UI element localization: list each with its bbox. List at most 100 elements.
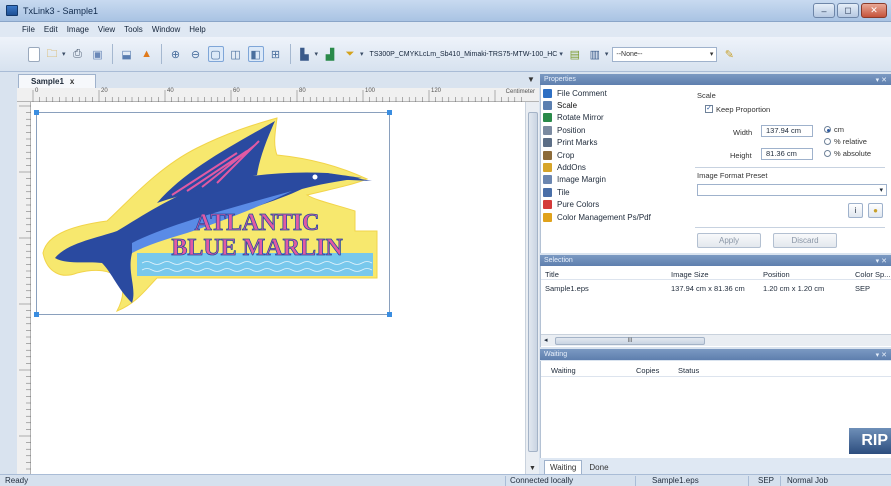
- properties-item[interactable]: Rotate Mirror: [543, 112, 683, 124]
- menu-image[interactable]: Image: [67, 25, 89, 34]
- format-preset-select[interactable]: ▾: [697, 184, 887, 196]
- rip-logo-text: RIP: [861, 432, 888, 449]
- height-input[interactable]: 81.36 cm: [761, 148, 813, 160]
- column-copies[interactable]: Copies: [636, 366, 659, 375]
- open-icon[interactable]: 🗀: [44, 46, 60, 62]
- discard-button[interactable]: Discard: [773, 233, 837, 248]
- printer-select[interactable]: TS300P_CMYKLcLm_Sb410_Mimaki-TRS75-MTW-1…: [370, 51, 558, 58]
- panel-controls-icon[interactable]: ▾ ✕: [876, 351, 887, 359]
- info-icon: [543, 88, 552, 98]
- pure-colors-icon: [543, 200, 552, 210]
- table-row[interactable]: Sample1.eps 137.94 cm x 81.36 cm 1.20 cm…: [541, 281, 891, 295]
- main-toolbar: 🗀 ▾ ⎙ ▣ ⬓ ▲ ⊕ ⊖ ▢ ◫ ◧ ⊞ ▙ ▾ ▟ ⏷ ▾ TS300P…: [0, 37, 891, 72]
- unit-absolute-radio[interactable]: [824, 150, 831, 157]
- properties-item[interactable]: Position: [543, 124, 683, 136]
- zoom-in-icon[interactable]: ⊕: [168, 46, 184, 62]
- properties-item[interactable]: Color Management Ps/Pdf: [543, 211, 683, 223]
- color-management-icon: [543, 212, 552, 222]
- menu-window[interactable]: Window: [152, 25, 180, 34]
- scrollbar-thumb[interactable]: [528, 112, 538, 452]
- document-list-icon[interactable]: ▼: [527, 75, 535, 84]
- image-frame[interactable]: ATLANTIC BLUE MARLIN: [34, 110, 392, 317]
- filter-dropdown-icon[interactable]: ▾: [360, 50, 364, 58]
- preset-save-button[interactable]: ●: [868, 203, 883, 218]
- fit-width-icon[interactable]: ◧: [247, 46, 264, 62]
- send-dropdown-icon[interactable]: ▾: [315, 50, 319, 58]
- save-icon[interactable]: ▣: [90, 46, 106, 62]
- column-position[interactable]: Position: [763, 270, 790, 279]
- resize-handle-top-right[interactable]: [387, 110, 392, 115]
- unit-relative-label: % relative: [834, 137, 867, 146]
- tab-done[interactable]: Done: [584, 461, 613, 474]
- minimize-button[interactable]: ‒: [813, 3, 835, 18]
- printer-queue-icon[interactable]: ▤: [567, 46, 583, 62]
- apply-button[interactable]: Apply: [697, 233, 761, 248]
- import-icon[interactable]: ⬓: [119, 46, 135, 62]
- resize-handle-bottom-left[interactable]: [34, 312, 39, 317]
- horizontal-ruler: 0 20 40 60 80 100 120 Centimeter: [17, 88, 539, 102]
- panel-controls-icon[interactable]: ▾ ✕: [876, 76, 887, 84]
- grid-icon[interactable]: ⊞: [268, 46, 284, 62]
- resize-handle-bottom-right[interactable]: [387, 312, 392, 317]
- menu-view[interactable]: View: [98, 25, 115, 34]
- close-tab-icon[interactable]: x: [70, 77, 74, 86]
- canvas-vertical-scrollbar[interactable]: ▼: [525, 102, 539, 474]
- filter-icon[interactable]: ⏷: [342, 46, 358, 62]
- zoom-out-icon[interactable]: ⊖: [188, 46, 204, 62]
- print-canvas[interactable]: ATLANTIC BLUE MARLIN: [31, 102, 525, 474]
- fit-page-icon[interactable]: ▢: [207, 46, 224, 62]
- properties-item[interactable]: File Comment: [543, 87, 683, 99]
- column-status[interactable]: Status: [678, 366, 699, 375]
- column-title[interactable]: Title: [545, 270, 559, 279]
- document-tab[interactable]: Sample1 x: [18, 74, 96, 88]
- open-dropdown-icon[interactable]: ▾: [62, 50, 66, 58]
- properties-item[interactable]: Image Margin: [543, 174, 683, 186]
- keep-proportion-checkbox[interactable]: ✓: [705, 105, 713, 113]
- job-dropdown-icon[interactable]: ▾: [605, 50, 609, 58]
- scroll-left-icon[interactable]: ◂: [544, 336, 548, 344]
- marlin-artwork[interactable]: ATLANTIC BLUE MARLIN: [37, 113, 391, 316]
- properties-item[interactable]: Crop: [543, 149, 683, 161]
- column-waiting[interactable]: Waiting: [551, 366, 576, 375]
- send-to-printer-icon[interactable]: ▙: [297, 46, 313, 62]
- unit-cm-radio[interactable]: [824, 126, 831, 133]
- menu-help[interactable]: Help: [189, 25, 205, 34]
- job-icon[interactable]: ▥: [587, 46, 603, 62]
- new-document-icon[interactable]: [28, 46, 40, 62]
- status-separator: [635, 476, 636, 486]
- panel-controls-icon[interactable]: ▾ ✕: [876, 257, 887, 265]
- properties-item[interactable]: Print Marks: [543, 137, 683, 149]
- tab-waiting[interactable]: Waiting: [544, 460, 583, 474]
- color-icon[interactable]: ▲: [139, 46, 155, 62]
- properties-item[interactable]: Scale: [543, 99, 683, 111]
- menu-edit[interactable]: Edit: [44, 25, 58, 34]
- maximize-button[interactable]: ◻: [837, 3, 859, 18]
- resize-handle-top-left[interactable]: [34, 110, 39, 115]
- toolbar-separator: [111, 44, 113, 64]
- properties-panel: File Comment Scale Rotate Mirror Position Pr…: [540, 85, 891, 253]
- preset-select[interactable]: --None-- ▾: [612, 46, 718, 62]
- preset-info-button[interactable]: i: [848, 203, 863, 218]
- properties-item[interactable]: Pure Colors: [543, 199, 683, 211]
- properties-item[interactable]: AddOns: [543, 161, 683, 173]
- properties-item-label: Position: [557, 125, 586, 135]
- column-color-space[interactable]: Color Sp...: [855, 270, 890, 279]
- print-icon[interactable]: ⎙: [70, 46, 86, 62]
- printer-settings-icon[interactable]: ▟: [322, 46, 338, 62]
- close-button[interactable]: ✕: [861, 3, 887, 18]
- actual-size-icon[interactable]: ◫: [228, 46, 244, 62]
- width-input[interactable]: 137.94 cm: [761, 125, 813, 137]
- scroll-down-icon[interactable]: ▼: [529, 465, 536, 472]
- preset-edit-icon[interactable]: ✎: [721, 46, 737, 62]
- unit-relative-radio[interactable]: [824, 138, 831, 145]
- column-image-size[interactable]: Image Size: [671, 270, 709, 279]
- menu-bar: File Edit Image View Tools Window Help: [0, 22, 891, 37]
- menu-file[interactable]: File: [22, 25, 35, 34]
- menu-tools[interactable]: Tools: [124, 25, 143, 34]
- printer-dropdown-icon[interactable]: ▾: [559, 50, 563, 58]
- ruler-label: 100: [365, 88, 376, 94]
- selection-horizontal-scrollbar[interactable]: ◂ III: [541, 334, 891, 346]
- properties-item[interactable]: Tile: [543, 186, 683, 198]
- scrollbar-thumb[interactable]: III: [555, 337, 705, 345]
- selection-title: Selection: [544, 257, 573, 264]
